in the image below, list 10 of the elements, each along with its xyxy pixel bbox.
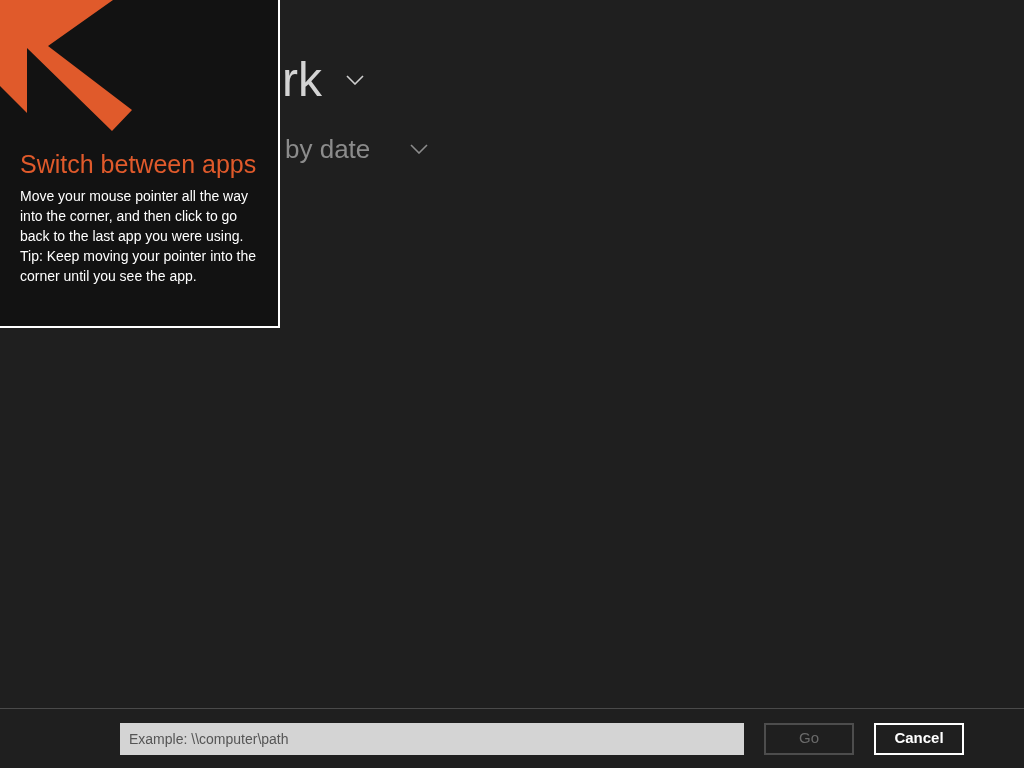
cancel-button[interactable]: Cancel: [874, 722, 964, 755]
arrow-icon: [0, 0, 133, 132]
chevron-down-icon[interactable]: [410, 144, 429, 154]
tip-title: Switch between apps: [20, 149, 258, 180]
page-title: rk: [282, 56, 322, 104]
tip-text: Tip: Keep moving your pointer into the corner until you see the app.: [20, 247, 258, 286]
chevron-down-icon[interactable]: [346, 75, 364, 85]
sort-label: by date: [285, 136, 371, 162]
tip-text: Move your mouse pointer all the way into the corner, and then click to go back to the last app you were using.: [20, 187, 249, 246]
path-input-field[interactable]: Example: \\computer\path: [120, 722, 744, 755]
